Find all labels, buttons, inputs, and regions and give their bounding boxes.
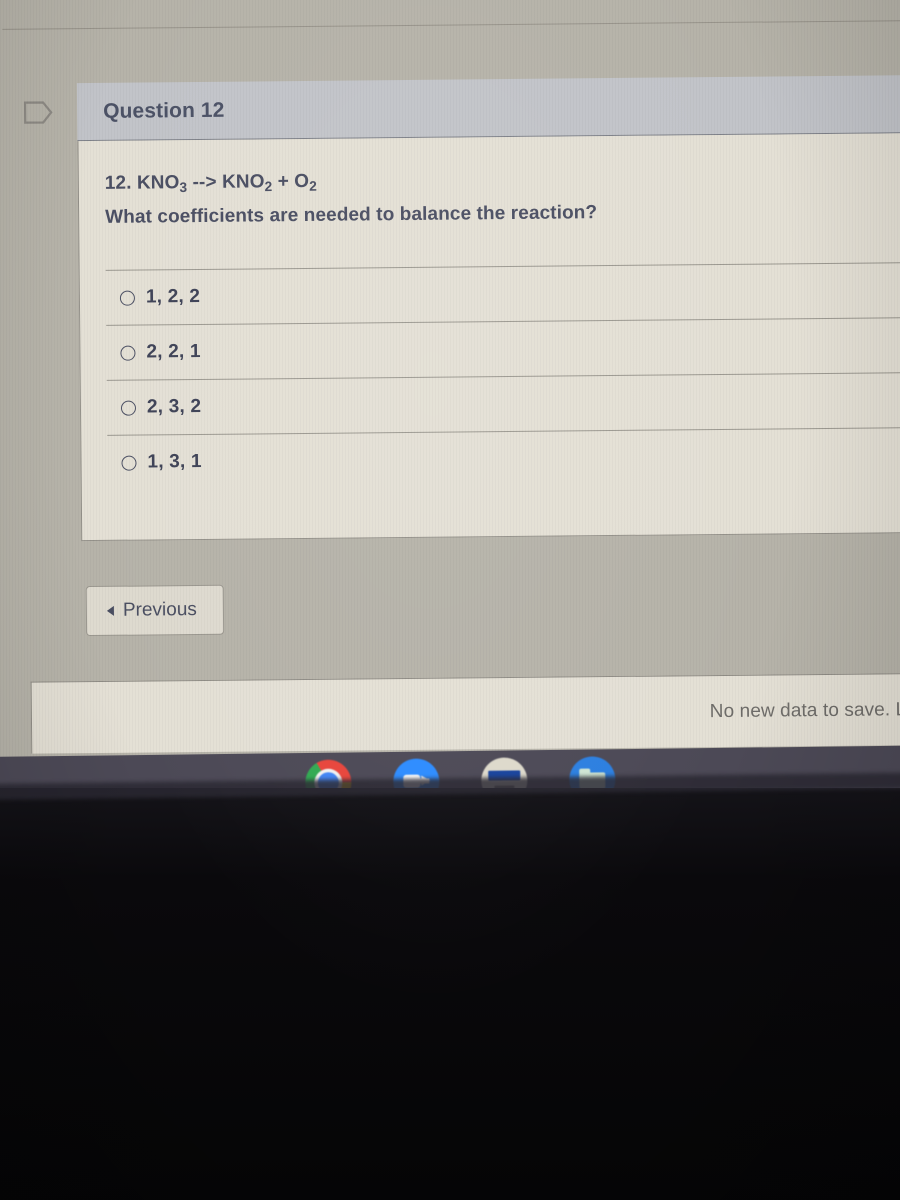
previous-button[interactable]: Previous xyxy=(85,584,225,637)
equation-product-2-subscript: 2 xyxy=(309,178,317,194)
answer-option-row[interactable]: 2, 2, 1 xyxy=(106,317,900,381)
answer-options-list: 1, 2, 2 2, 2, 1 2, 3, 2 1, 3, 1 xyxy=(105,262,900,491)
equation-reactant: KNO xyxy=(136,172,180,194)
laptop-screen-photo: … Question 12 12. KNO3 --> xyxy=(0,0,900,1200)
equation-product-2: O xyxy=(294,170,310,193)
question-text: 12. KNO3 --> KNO2 + O2 What coefficients… xyxy=(105,161,900,232)
radio-button-icon[interactable] xyxy=(121,455,137,471)
answer-option-label: 1, 2, 2 xyxy=(145,286,201,308)
screen-tilt-wrapper: … Question 12 12. KNO3 --> xyxy=(0,0,900,790)
answer-option-row[interactable]: 2, 3, 2 xyxy=(106,372,900,436)
equation-arrow: --> xyxy=(192,171,217,194)
radio-button-icon[interactable] xyxy=(120,345,136,361)
save-status-text: No new data to save. Last xyxy=(709,698,900,722)
question-body: 12. KNO3 --> KNO2 + O2 What coefficients… xyxy=(77,132,900,542)
previous-button-label: Previous xyxy=(122,599,197,621)
chemical-equation: 12. KNO3 --> KNO2 + O2 xyxy=(105,161,900,199)
equation-product-1-subscript: 2 xyxy=(264,179,273,195)
radio-button-icon[interactable] xyxy=(120,400,137,416)
equation-plus: + xyxy=(277,171,289,193)
answer-option-label: 1, 3, 1 xyxy=(147,451,202,473)
radio-button-icon[interactable] xyxy=(119,290,135,306)
quiz-navigation: Previous xyxy=(85,584,225,637)
answer-option-row[interactable]: 1, 3, 1 xyxy=(107,427,900,491)
question-title: Question 12 xyxy=(103,98,225,123)
answer-option-label: 2, 2, 1 xyxy=(146,341,201,363)
chevron-left-icon xyxy=(106,605,114,616)
equation-product-1: KNO xyxy=(221,171,265,193)
bookmark-flag-icon[interactable] xyxy=(21,97,55,127)
equation-reactant-subscript: 3 xyxy=(179,179,188,195)
question-card: Question 12 12. KNO3 --> KNO2 + O2 What … xyxy=(76,74,900,542)
below-screen-dark-area xyxy=(0,772,900,1200)
question-header: Question 12 xyxy=(76,74,900,142)
question-number: 12. xyxy=(104,172,132,194)
answer-option-row[interactable]: 1, 2, 2 xyxy=(105,262,900,326)
answer-option-label: 2, 3, 2 xyxy=(146,396,202,418)
save-status-panel: No new data to save. Last xyxy=(30,672,900,754)
question-prompt: What coefficients are needed to balance … xyxy=(105,202,598,228)
screen-area: … Question 12 12. KNO3 --> xyxy=(0,0,900,790)
